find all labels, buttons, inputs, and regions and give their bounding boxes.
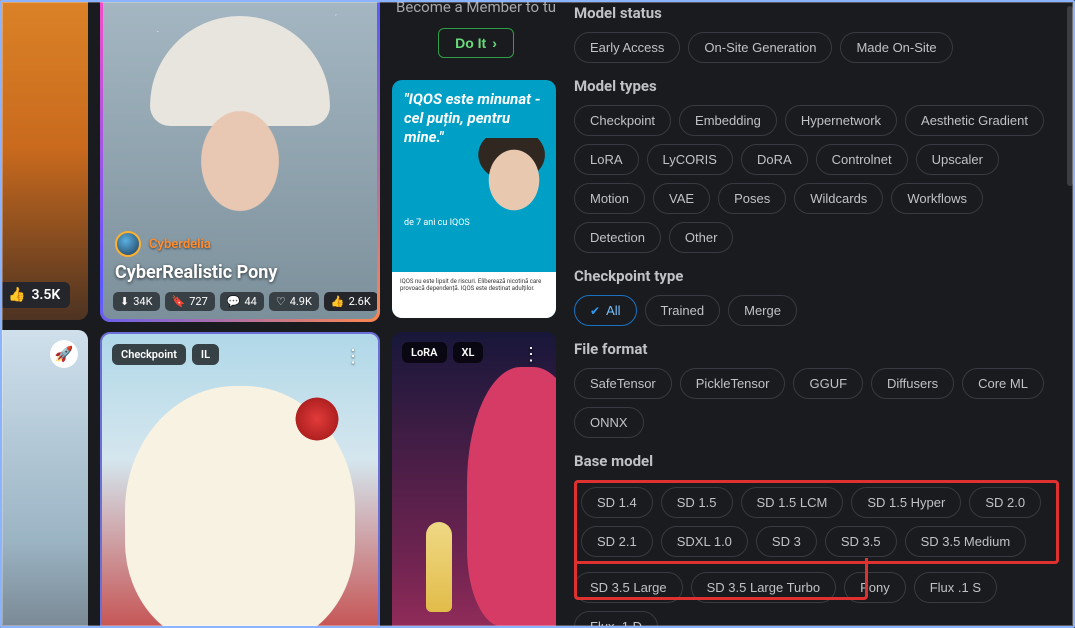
chip-upscaler[interactable]: Upscaler (916, 144, 999, 175)
chip-flux1d[interactable]: Flux .1 D (574, 611, 658, 628)
card-featured[interactable]: Cyberdelia CyberRealistic Pony ⬇34K 🔖727… (100, 0, 380, 322)
chip-hypernetwork[interactable]: Hypernetwork (785, 105, 897, 136)
autumn-illustration (0, 0, 88, 320)
stat-likes: ♡4.9K (269, 292, 319, 311)
author-row[interactable]: Cyberdelia (115, 231, 211, 257)
member-text: Become a Member to tu (392, 0, 560, 16)
chip-flux1s[interactable]: Flux .1 S (914, 572, 997, 603)
checkpoint-type-chips: ✔All Trained Merge (574, 295, 1059, 326)
stat-downloads: ⬇34K (113, 292, 160, 311)
tag-xl: XL (453, 342, 484, 363)
ad-photo (466, 138, 556, 278)
chip-sd15lcm[interactable]: SD 1.5 LCM (741, 487, 844, 518)
rocket-icon[interactable]: 🚀 (50, 340, 78, 368)
chip-early-access[interactable]: Early Access (574, 32, 680, 63)
do-it-button[interactable]: Do It › (438, 28, 514, 58)
bookmark-icon: 🔖 (172, 295, 186, 308)
chip-sd35medium[interactable]: SD 3.5 Medium (905, 526, 1027, 557)
card-partial-left-top[interactable]: 👍 3.5K (0, 0, 88, 320)
chip-embedding[interactable]: Embedding (679, 105, 777, 136)
chip-sd21[interactable]: SD 2.1 (581, 526, 653, 557)
chip-sd3[interactable]: SD 3 (756, 526, 817, 557)
tag-il: IL (192, 344, 219, 365)
chip-workflows[interactable]: Workflows (891, 183, 983, 214)
file-format-chips: SafeTensor PickleTensor GGUF Diffusers C… (574, 368, 1059, 438)
comment-icon: 💬 (227, 295, 241, 308)
chip-safetensor[interactable]: SafeTensor (574, 368, 672, 399)
chip-diffusers[interactable]: Diffusers (871, 368, 954, 399)
do-it-label: Do It (455, 35, 486, 51)
city-illustration (0, 330, 88, 628)
chip-sd20[interactable]: SD 2.0 (969, 487, 1041, 518)
chip-lycoris[interactable]: LyCORIS (647, 144, 733, 175)
chip-poses[interactable]: Poses (718, 183, 786, 214)
scrollbar[interactable] (1067, 6, 1073, 186)
card-partial-left-bottom[interactable]: 🚀 (0, 330, 88, 628)
chip-gguf[interactable]: GGUF (793, 368, 863, 399)
member-banner: Become a Member to tu Do It › (392, 0, 560, 58)
card-crody[interactable]: Checkpoint IL ⋮ Crody (100, 332, 380, 628)
more-menu-button[interactable]: ⋮ (338, 344, 368, 369)
chip-detection[interactable]: Detection (574, 222, 661, 253)
chip-coreml[interactable]: Core ML (962, 368, 1044, 399)
ad-sub: de 7 ani cu IQOS (404, 218, 470, 228)
check-icon: ✔ (590, 304, 600, 318)
chip-motion[interactable]: Motion (574, 183, 645, 214)
base-model-highlight-box: SD 1.4 SD 1.5 SD 1.5 LCM SD 1.5 Hyper SD… (574, 480, 1059, 564)
model-status-chips: Early Access On-Site Generation Made On-… (574, 32, 1059, 63)
chip-merge[interactable]: Merge (728, 295, 797, 326)
tag-lora: LoRA (402, 342, 447, 363)
section-file-format: File format (574, 340, 1059, 358)
section-checkpoint-type: Checkpoint type (574, 267, 1059, 285)
card-lora[interactable]: LoRA XL ⋮ (392, 332, 556, 628)
chip-onsite-generation[interactable]: On-Site Generation (688, 32, 832, 63)
chip-onnx[interactable]: ONNX (574, 407, 644, 438)
chip-aesthetic-gradient[interactable]: Aesthetic Gradient (905, 105, 1044, 136)
section-model-status: Model status (574, 4, 1059, 22)
tag-checkpoint: Checkpoint (112, 344, 186, 365)
chip-sd14[interactable]: SD 1.4 (581, 487, 653, 518)
chip-other[interactable]: Other (669, 222, 734, 253)
stat-thumbs[interactable]: 👍2.6K (324, 292, 377, 311)
chip-made-onsite[interactable]: Made On-Site (840, 32, 952, 63)
card-tags: Checkpoint IL (112, 344, 219, 365)
thumbs-pill[interactable]: 👍 3.5K (0, 282, 70, 308)
chip-sd15hyper[interactable]: SD 1.5 Hyper (851, 487, 961, 518)
chip-checkpoint[interactable]: Checkpoint (574, 105, 671, 136)
stat-comments: 💬44 (220, 292, 264, 311)
chip-all[interactable]: ✔All (574, 295, 637, 326)
chip-wildcards[interactable]: Wildcards (794, 183, 883, 214)
chip-sd15[interactable]: SD 1.5 (661, 487, 733, 518)
chip-sd35[interactable]: SD 3.5 (825, 526, 897, 557)
section-model-types: Model types (574, 77, 1059, 95)
cards-panel: Become a Member to tu Do It › 👍 3.5K Cyb… (0, 0, 562, 628)
thumb-icon: 👍 (331, 295, 345, 308)
chip-vae[interactable]: VAE (653, 183, 710, 214)
chip-sdxl10[interactable]: SDXL 1.0 (661, 526, 748, 557)
card-title: CyberRealistic Pony (115, 262, 277, 283)
chip-pickletensor[interactable]: PickleTensor (680, 368, 786, 399)
download-icon: ⬇ (120, 295, 129, 308)
card-ad[interactable]: "IQOS este minunat - cel puțin, pentru m… (392, 80, 556, 318)
chevron-right-icon: › (492, 35, 497, 51)
chip-lora[interactable]: LoRA (574, 144, 639, 175)
stat-bookmarks: 🔖727 (165, 292, 215, 311)
card-stats: ⬇34K 🔖727 💬44 ♡4.9K 👍2.6K (113, 292, 367, 311)
thumb-icon: 👍 (8, 287, 25, 303)
chip-controlnet[interactable]: Controlnet (816, 144, 908, 175)
ad-disclaimer: IQOS nu este lipsit de riscuri. Eliberea… (392, 272, 556, 318)
more-menu-button[interactable]: ⋮ (516, 342, 546, 367)
heart-icon: ♡ (276, 295, 286, 308)
author-name: Cyberdelia (149, 237, 211, 252)
avatar (115, 231, 141, 257)
model-types-chips: Checkpoint Embedding Hypernetwork Aesthe… (574, 105, 1059, 253)
filters-panel: Model status Early Access On-Site Genera… (562, 0, 1075, 628)
chip-trained[interactable]: Trained (645, 295, 721, 326)
card-tags: LoRA XL (402, 342, 483, 363)
thumbs-count: 3.5K (31, 287, 60, 303)
chip-dora[interactable]: DoRA (741, 144, 808, 175)
section-base-model: Base model (574, 452, 1059, 470)
